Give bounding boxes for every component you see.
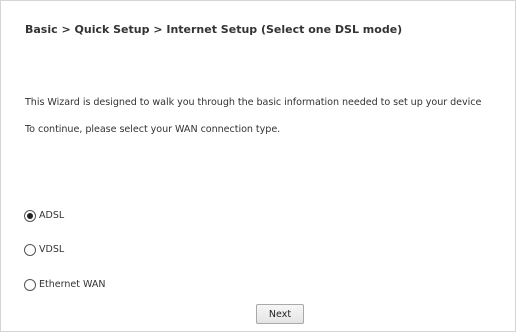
next-button[interactable]: Next [256, 304, 304, 324]
wizard-instruction: To continue, please select your WAN conn… [25, 124, 281, 135]
wan-option-adsl[interactable]: ADSL [24, 210, 64, 222]
adsl-radio[interactable] [24, 210, 36, 222]
content-frame: Basic > Quick Setup > Internet Setup (Se… [0, 0, 516, 332]
ethernet-wan-radio[interactable] [24, 279, 36, 291]
adsl-label[interactable]: ADSL [39, 210, 64, 222]
ethernet-wan-label[interactable]: Ethernet WAN [39, 279, 105, 291]
vdsl-radio[interactable] [24, 244, 36, 256]
vdsl-label[interactable]: VDSL [39, 244, 64, 256]
breadcrumb: Basic > Quick Setup > Internet Setup (Se… [25, 23, 403, 36]
wizard-description: This Wizard is designed to walk you thro… [25, 97, 482, 108]
wan-option-ethernet[interactable]: Ethernet WAN [24, 279, 105, 291]
wan-option-vdsl[interactable]: VDSL [24, 244, 64, 256]
